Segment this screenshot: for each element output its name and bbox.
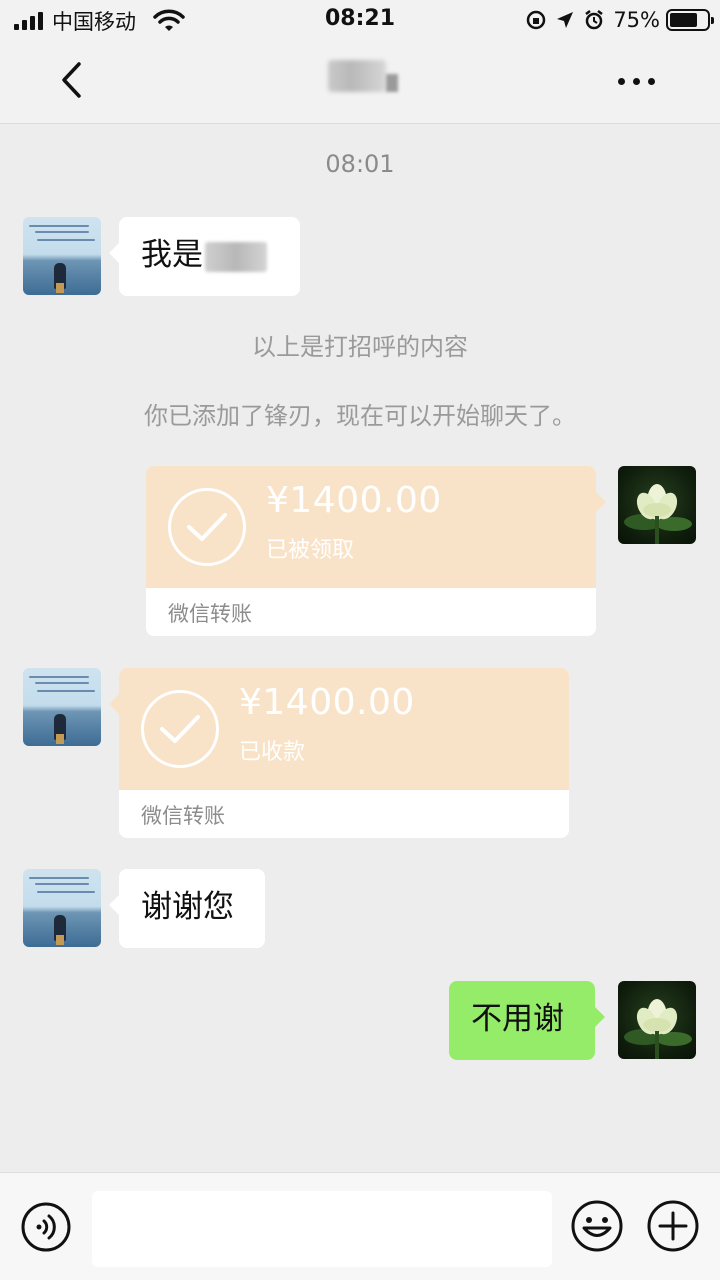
message-bubble[interactable]: 我是 — [109, 217, 300, 296]
input-bar — [0, 1172, 720, 1280]
message-bubble[interactable]: 谢谢您 — [109, 869, 265, 948]
contact-avatar[interactable] — [23, 668, 101, 746]
lotus-icon — [624, 999, 692, 1059]
transfer-amount: ¥1400.00 — [266, 480, 442, 521]
transfer-card-top: ¥1400.00 已被领取 — [146, 466, 596, 588]
battery-icon — [666, 9, 714, 31]
transfer-footer: 微信转账 — [168, 602, 252, 626]
more-dots-icon[interactable] — [606, 68, 666, 94]
chevron-left-icon[interactable] — [50, 58, 94, 102]
transfer-amount: ¥1400.00 — [239, 682, 415, 723]
my-avatar[interactable] — [618, 981, 696, 1059]
transfer-status: 已被领取 — [266, 538, 355, 563]
bubble-tail — [596, 492, 606, 512]
system-message-added: 你已添加了锋刃，现在可以开始聊天了。 — [144, 402, 576, 430]
message-bubble-sent[interactable]: 不用谢 — [449, 981, 605, 1060]
check-circle-icon — [141, 690, 219, 768]
nav-bar — [0, 40, 720, 124]
lotus-icon — [624, 484, 692, 544]
voice-icon[interactable] — [20, 1201, 72, 1253]
message-input[interactable] — [92, 1191, 552, 1267]
contact-avatar[interactable] — [23, 217, 101, 295]
emoji-icon[interactable] — [570, 1199, 624, 1253]
transfer-card-sent[interactable]: ¥1400.00 已被领取 微信转账 — [146, 466, 596, 636]
bubble-tail — [109, 694, 119, 714]
system-message-greeting: 以上是打招呼的内容 — [252, 333, 468, 361]
contact-name-blurred — [322, 56, 406, 96]
contact-avatar[interactable] — [23, 869, 101, 947]
check-circle-icon — [168, 488, 246, 566]
alarm-icon — [585, 10, 604, 30]
status-icons: 75% — [525, 6, 714, 34]
message-text: 我是 — [141, 237, 203, 273]
transfer-status: 已收款 — [239, 740, 306, 765]
status-bar: 中国移动 08:21 75% — [0, 0, 720, 40]
message-text: 不用谢 — [471, 1001, 564, 1037]
battery-percent: 75% — [613, 8, 660, 32]
chat-timestamp: 08:01 — [325, 150, 395, 178]
my-avatar[interactable] — [618, 466, 696, 544]
transfer-card-received[interactable]: ¥1400.00 已收款 微信转账 — [119, 668, 569, 838]
plus-icon[interactable] — [646, 1199, 700, 1253]
message-text: 谢谢您 — [141, 889, 234, 925]
blurred-name — [205, 241, 267, 272]
rotation-lock-icon — [527, 10, 546, 30]
location-icon — [557, 12, 574, 28]
transfer-footer: 微信转账 — [141, 804, 225, 828]
transfer-card-top: ¥1400.00 已收款 — [119, 668, 569, 790]
chat-screen: 中国移动 08:21 75% 08:01 我是 以上是打招呼的内容 你已添加了锋… — [0, 0, 720, 1280]
